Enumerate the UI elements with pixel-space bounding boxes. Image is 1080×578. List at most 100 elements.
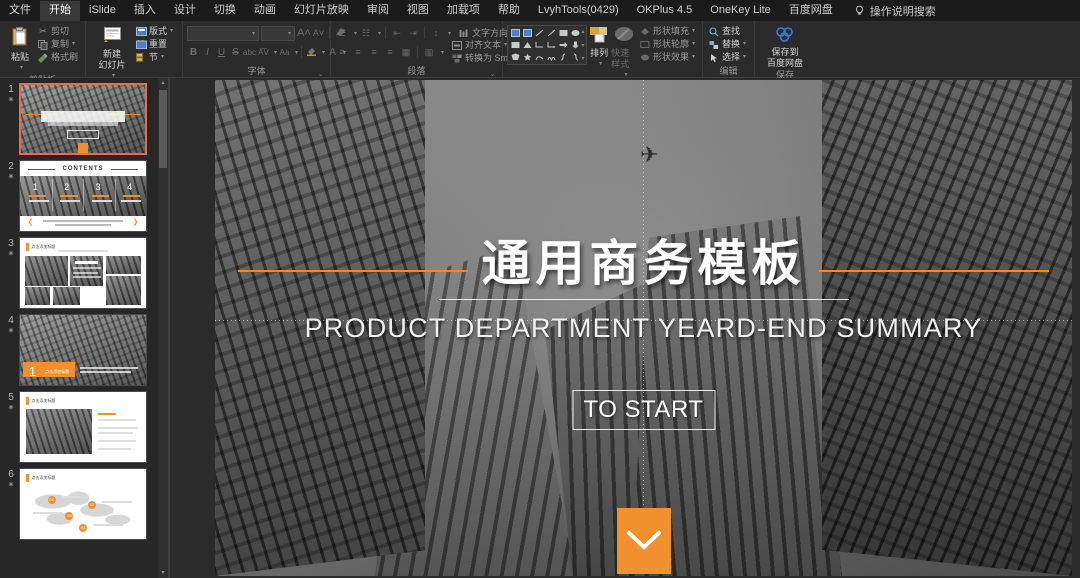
menu-tab-lvyhtools[interactable]: LvyhTools(0429) (529, 1, 628, 21)
shape-oval-icon[interactable] (569, 27, 581, 39)
menu-tab-home[interactable]: 开始 (40, 0, 80, 21)
page-title[interactable]: 通用商务模板 (215, 235, 1072, 293)
menu-tab-review[interactable]: 审阅 (358, 1, 398, 21)
character-spacing-button[interactable]: A͞V (257, 48, 270, 57)
quick-styles-button[interactable]: 快速样式 ▾ (611, 25, 638, 81)
thumbnail-image-2[interactable]: CONTENTS 1 2 3 4 ❮ ❯ (19, 160, 147, 232)
line-spacing-caret-icon[interactable]: ▾ (448, 30, 451, 37)
numbering-button[interactable]: ☷ (359, 27, 373, 40)
font-size-input[interactable]: ▾ (261, 25, 295, 41)
select-button[interactable]: 选择 ▾ (707, 51, 749, 64)
character-spacing-caret-icon[interactable]: ▾ (274, 49, 277, 56)
shape-outline-button[interactable]: 形状轮廓 ▾ (638, 38, 698, 51)
scroll-down-icon[interactable]: ▾ (158, 568, 168, 578)
shape-pentagon-icon[interactable] (509, 51, 521, 63)
menu-tab-file[interactable]: 文件 (0, 1, 40, 21)
menu-tab-animations[interactable]: 动画 (245, 1, 285, 21)
shape-right-arrow-icon[interactable] (557, 39, 569, 51)
menu-tab-okplus[interactable]: OKPlus 4.5 (628, 1, 702, 21)
justify-button[interactable]: ≡ (383, 46, 397, 59)
align-center-button[interactable]: ≡ (351, 46, 365, 59)
underline-button[interactable]: U (215, 47, 228, 58)
thumbnail-image-1[interactable] (19, 83, 147, 155)
menu-tab-islide[interactable]: iSlide (80, 1, 125, 21)
highlight-caret-icon[interactable]: ▾ (322, 49, 325, 56)
shape-fill-button[interactable]: 形状填充 ▾ (638, 25, 698, 38)
increase-indent-button[interactable]: ⇥ (406, 27, 420, 40)
thumbnail-slide-1[interactable]: 1 ✷ (0, 78, 158, 155)
thumbnail-pane-scrollbar[interactable]: ▴ ▾ (158, 78, 168, 578)
shadow-button[interactable]: abc (243, 48, 256, 57)
shape-effects-button[interactable]: 形状效果 ▾ (638, 51, 698, 64)
shape-square-icon[interactable] (509, 39, 521, 51)
save-to-baidu-netdisk-button[interactable]: 保存到 百度网盘 (759, 25, 811, 69)
menu-tab-transitions[interactable]: 切换 (205, 1, 245, 21)
thumbnail-slide-5[interactable]: 5 ✷ 点击添加标题 (0, 386, 158, 463)
slide-thumbnail-pane[interactable]: 1 ✷ 2 ✷ CONTENTS 1 2 3 4 ❮ ❯ 3 ✷ 点击添加标题 … (0, 78, 158, 578)
shape-left-brace-icon[interactable] (557, 51, 569, 63)
paste-button[interactable]: 粘贴 ▾ (4, 25, 36, 74)
title-block[interactable]: 通用商务模板 PRODUCT DEPARTMENT YEARD-END SUMM… (215, 235, 1072, 344)
section-caret-icon[interactable]: ▾ (161, 51, 164, 64)
menu-tab-addins[interactable]: 加载项 (438, 1, 489, 21)
increase-font-size-button[interactable]: A˄ (297, 27, 311, 39)
thumbnail-slide-3[interactable]: 3 ✷ 点击添加标题 (0, 232, 158, 309)
change-case-button[interactable]: Aa (278, 48, 291, 57)
shape-elbow-connector-icon[interactable] (533, 39, 545, 51)
shape-curve-icon[interactable] (533, 51, 545, 63)
new-slide-button[interactable]: 新建 幻灯片 ▾ (90, 25, 134, 82)
menu-tab-view[interactable]: 视图 (398, 1, 438, 21)
menu-tab-onekey-lite[interactable]: OneKey Lite (701, 1, 780, 21)
arrange-caret-icon[interactable]: ▾ (599, 59, 602, 70)
scroll-up-icon[interactable]: ▴ (158, 78, 168, 88)
thumbnail-slide-4[interactable]: 4 ✷ 1 点击添加标题 (0, 309, 158, 386)
text-highlight-icon[interactable] (305, 46, 318, 59)
numbering-caret-icon[interactable]: ▾ (378, 30, 381, 37)
thumbnail-image-4[interactable]: 1 点击添加标题 (19, 314, 147, 386)
shapes-scroll-down-icon[interactable]: ▾ (581, 42, 584, 49)
shape-arrow-line-icon[interactable] (545, 27, 557, 39)
shape-textbox2-icon[interactable] (521, 27, 533, 39)
layout-button[interactable]: 版式 ▾ (134, 25, 176, 38)
shape-star-icon[interactable] (521, 51, 533, 63)
thumbnail-slide-6[interactable]: 6 ✷ 点击添加标题 01 02 03 04 (0, 463, 158, 540)
columns-button[interactable]: ▥ (422, 46, 436, 59)
slide-editing-stage[interactable]: ✈ 〜 〜 通用商务模板 PRODUCT DEPARTMENT YEARD-EN… (170, 78, 1080, 578)
decrease-font-size-button[interactable]: A˅ (312, 28, 325, 38)
distribute-button[interactable]: ▦ (399, 46, 413, 59)
menu-tab-slideshow[interactable]: 幻灯片放映 (285, 1, 358, 21)
shape-elbow-arrow-icon[interactable] (545, 39, 557, 51)
line-spacing-button[interactable]: ↕ (429, 27, 443, 40)
copy-button[interactable]: 复制 ▾ (36, 38, 81, 51)
paste-caret-icon[interactable]: ▾ (20, 63, 23, 74)
shape-triangle-icon[interactable] (521, 39, 533, 51)
decrease-indent-button[interactable]: ⇤ (390, 27, 404, 40)
reset-button[interactable]: 重置 (134, 38, 176, 51)
shape-line-icon[interactable] (533, 27, 545, 39)
menu-tab-design[interactable]: 设计 (165, 1, 205, 21)
thumbnail-image-6[interactable]: 点击添加标题 01 02 03 04 (19, 468, 147, 540)
menu-tab-baidu-netdisk[interactable]: 百度网盘 (780, 1, 842, 21)
menu-tab-insert[interactable]: 插入 (125, 1, 165, 21)
font-name-input[interactable]: ▾ (187, 25, 259, 41)
shapes-gallery[interactable]: ▴ ▾ ▾ (507, 25, 587, 65)
paragraph-dialog-launcher[interactable]: ⌄ (489, 69, 496, 78)
shape-textbox-icon[interactable] (509, 27, 521, 39)
replace-button[interactable]: 替换 ▾ (707, 38, 749, 51)
shapes-more-icon[interactable]: ▾ (581, 55, 584, 62)
shape-right-brace-icon[interactable] (569, 51, 581, 63)
thumbnail-image-5[interactable]: 点击添加标题 (19, 391, 147, 463)
arrange-button[interactable]: 排列 ▾ (587, 25, 611, 70)
shapes-scroll-up-icon[interactable]: ▴ (581, 28, 584, 35)
change-case-caret-icon[interactable]: ▾ (295, 49, 298, 56)
shape-rectangle-icon[interactable] (557, 27, 569, 39)
shape-arc-icon[interactable] (545, 51, 557, 63)
strikethrough-button[interactable]: S (229, 47, 242, 58)
align-right-button[interactable]: ≡ (367, 46, 381, 59)
to-start-button[interactable]: TO START (572, 390, 715, 430)
shapes-gallery-scrollbar[interactable]: ▴ ▾ ▾ (581, 27, 585, 63)
cut-button[interactable]: ✂ 剪切 (36, 25, 81, 38)
scrollbar-thumb[interactable] (159, 90, 167, 168)
italic-button[interactable]: I (201, 47, 214, 58)
columns-caret-icon[interactable]: ▾ (441, 49, 444, 56)
